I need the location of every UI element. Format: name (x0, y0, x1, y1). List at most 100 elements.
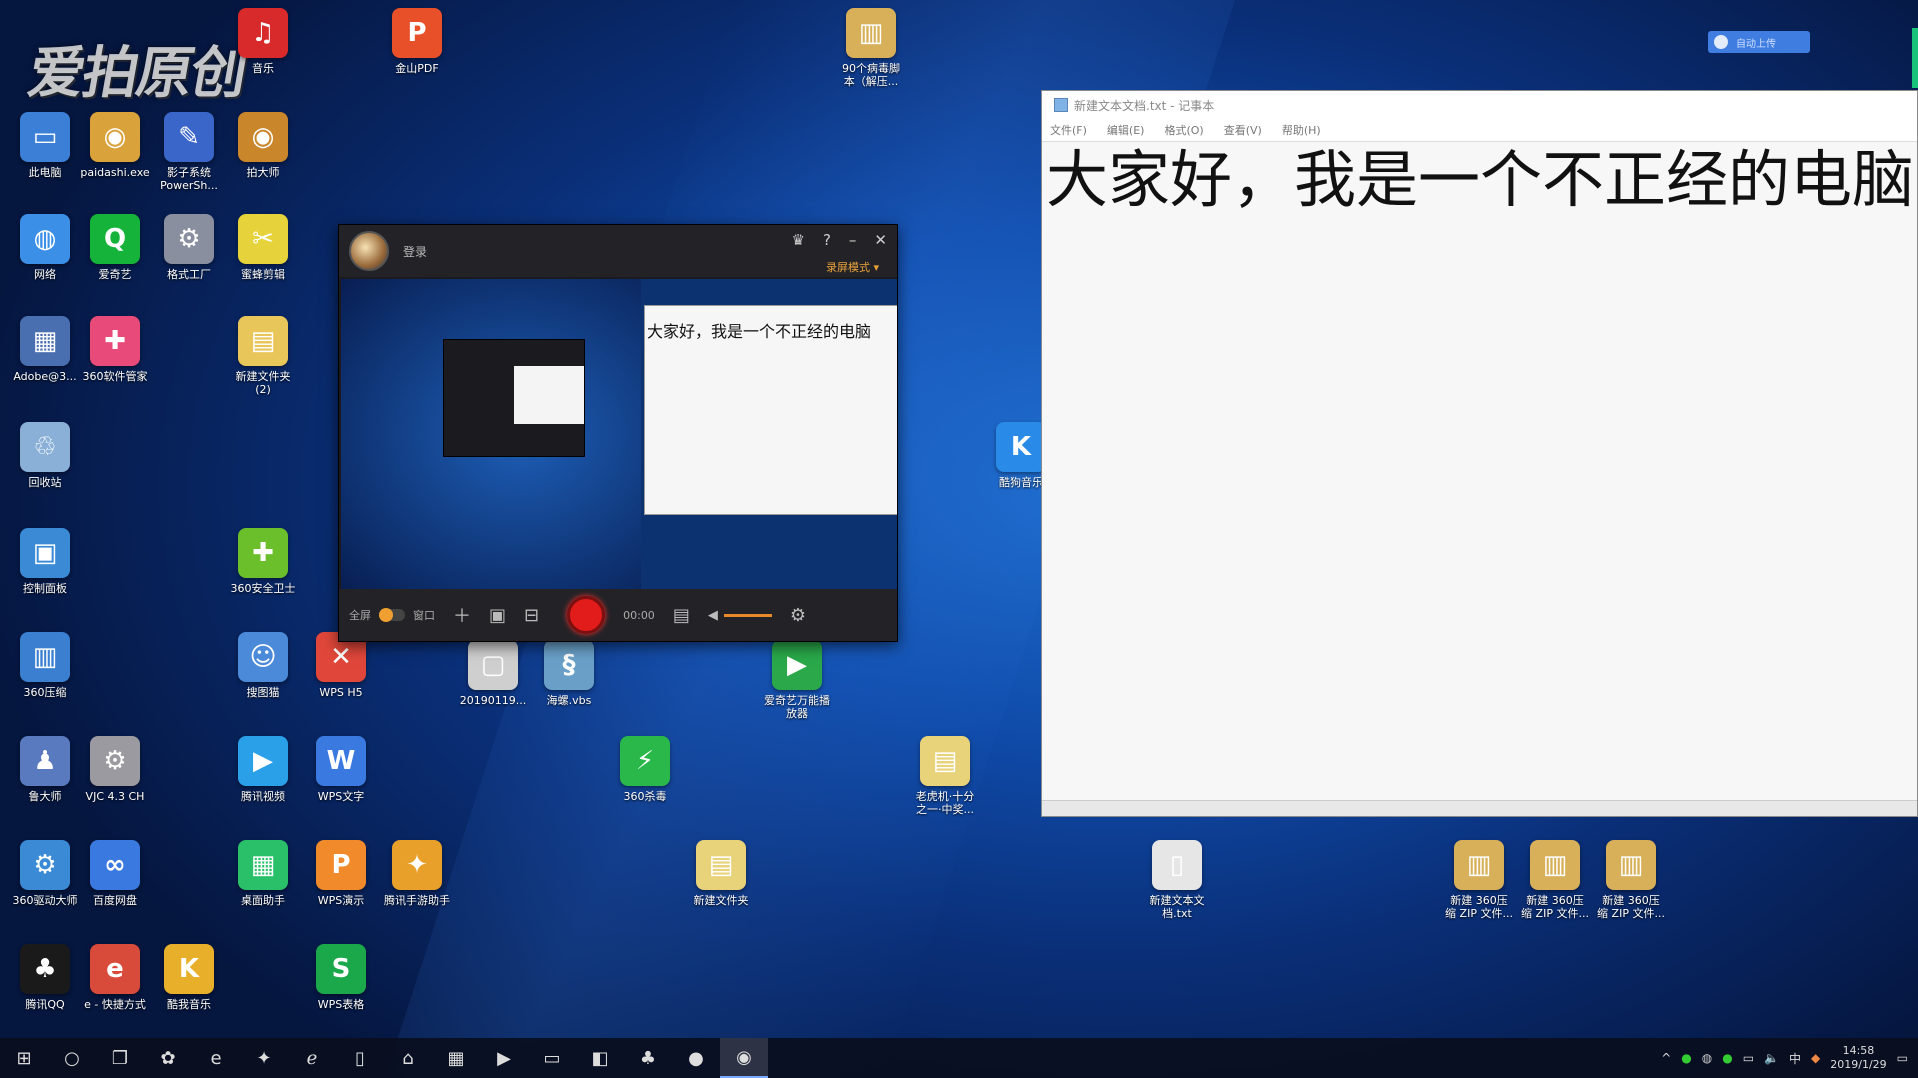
desktop-icon-recycle-bin[interactable]: ♲ 回收站 (0, 422, 90, 489)
desktop-icon-label: 音乐 (252, 62, 274, 75)
notification-icon[interactable]: ▭ (1897, 1051, 1908, 1065)
tray-app-icon[interactable]: ◆ (1811, 1051, 1820, 1065)
taskbar-app-1-icon[interactable]: ✿ (144, 1038, 192, 1078)
desktop-icon-new-folder-2[interactable]: ▤ 新建文件夹 (2) (218, 316, 308, 396)
desktop-icon-kuwo[interactable]: K 酷我音乐 (144, 944, 234, 1011)
taskbar-start-icon[interactable]: ⊞ (0, 1038, 48, 1078)
menu-edit[interactable]: 编辑(E) (1107, 122, 1145, 138)
tray-expand-icon[interactable]: ^ (1661, 1051, 1671, 1065)
tray-green-icon[interactable]: ● (1681, 1051, 1691, 1065)
soumao-icon: ☺ (238, 632, 288, 682)
desktop-icon-baidu-netdisk[interactable]: ∞ 百度网盘 (70, 840, 160, 907)
zip-2-icon: ▥ (1530, 840, 1580, 890)
window-label[interactable]: 窗口 (413, 607, 435, 623)
taskbar-items: ⊞ ○ ❐ ✿ e ✦ ℯ ▯ ⌂ ▦ ▶ ▭ ◧ ♣ ● ◉ (0, 1038, 768, 1078)
notepad-titlebar[interactable]: 新建文本文档.txt - 记事本 (1042, 91, 1917, 119)
volume-tray-icon[interactable]: 🔈 (1764, 1051, 1779, 1065)
desktop-icon-360-antivirus[interactable]: ⚡ 360杀毒 (600, 736, 690, 803)
recorder-window-buttons: ♛ ? – ✕ (792, 231, 888, 249)
desktop-icon-aipai-master[interactable]: ◉ 拍大师 (218, 112, 308, 179)
baidu-netdisk-icon: ∞ (90, 840, 140, 890)
taskbar-explorer-icon[interactable]: ▭ (528, 1038, 576, 1078)
tray-chrome-icon[interactable]: ◍ (1702, 1051, 1712, 1065)
settings-gear-icon[interactable]: ⚙ (790, 605, 806, 626)
baidu-upload-label: 自动上传 (1736, 38, 1776, 50)
tencent-game-icon: ✦ (392, 840, 442, 890)
side-widget-edge[interactable] (1912, 28, 1918, 88)
screenshot-icon[interactable]: ▤ (673, 605, 690, 626)
menu-format[interactable]: 格式(O) (1164, 122, 1203, 138)
region-icon[interactable]: ▣ (489, 605, 506, 626)
desktop-icon-folder-doc[interactable]: ▤ 老虎机·十分 之一·中奖... (900, 736, 990, 816)
desktop-icon-wps-h5[interactable]: ✕ WPS H5 (296, 632, 386, 699)
close-icon[interactable]: ✕ (874, 231, 887, 249)
menu-file[interactable]: 文件(F) (1050, 122, 1087, 138)
baidu-upload-widget[interactable]: 自动上传 (1708, 31, 1810, 53)
desktop-icon-soumao[interactable]: ☺ 搜图猫 (218, 632, 308, 699)
desktop-icon-jinshan-pdf[interactable]: P 金山PDF (372, 8, 462, 75)
camera-icon[interactable]: ⊟ (524, 605, 539, 626)
format-factory-icon: ⚙ (164, 214, 214, 264)
desktop-icon-tencent-game[interactable]: ✦ 腾讯手游助手 (372, 840, 462, 907)
clock[interactable]: 14:58 2019/1/29 (1830, 1044, 1886, 1072)
taskbar-task-view-icon[interactable]: ❐ (96, 1038, 144, 1078)
taskbar-store-icon[interactable]: ⌂ (384, 1038, 432, 1078)
menu-help[interactable]: 帮助(H) (1282, 122, 1321, 138)
fullscreen-toggle[interactable] (379, 608, 405, 622)
notepad-horizontal-scrollbar[interactable] (1042, 800, 1917, 816)
menu-view[interactable]: 查看(V) (1224, 122, 1262, 138)
ime-indicator[interactable]: 中 (1789, 1050, 1801, 1067)
taskbar-search-icon[interactable]: ○ (48, 1038, 96, 1078)
desktop-icon-new-folder[interactable]: ▤ 新建文件夹 (676, 840, 766, 907)
notepad-window[interactable]: 新建文本文档.txt - 记事本 文件(F) 编辑(E) 格式(O) 查看(V)… (1041, 90, 1918, 817)
taskbar-ie-icon[interactable]: e (192, 1038, 240, 1078)
help-icon[interactable]: ? (823, 231, 831, 249)
desktop-icon-360-manager[interactable]: ✚ 360软件管家 (70, 316, 160, 383)
kuaijian-icon: ✂ (238, 214, 288, 264)
desktop-icon-360-zip[interactable]: ▥ 360压缩 (0, 632, 90, 699)
desktop-icon-zip-top[interactable]: ▥ 90个病毒脚 本（解压... (826, 8, 916, 88)
desktop-icon-wps-sheet[interactable]: S WPS表格 (296, 944, 386, 1011)
desktop-icon-vbs-file[interactable]: § 海螺.vbs (524, 640, 614, 707)
tray-360-icon[interactable]: ● (1722, 1051, 1732, 1065)
taskbar-app-2-icon[interactable]: ✦ (240, 1038, 288, 1078)
volume-slider[interactable] (723, 613, 772, 617)
desktop-icon-kuaijian[interactable]: ✂ 蜜蜂剪辑 (218, 214, 308, 281)
add-icon[interactable]: ＋ (453, 602, 471, 628)
notepad-menubar: 文件(F) 编辑(E) 格式(O) 查看(V) 帮助(H) (1042, 119, 1917, 141)
netease-music-icon: ♫ (238, 8, 288, 58)
desktop-icon-desktop-helper[interactable]: ▦ 桌面助手 (218, 840, 308, 907)
desktop-icon-new-text[interactable]: ▯ 新建文本文 档.txt (1132, 840, 1222, 920)
network-icon[interactable]: ▭ (1743, 1051, 1754, 1065)
minimize-icon[interactable]: – (849, 231, 857, 249)
desktop-icon-vjc[interactable]: ⚙ VJC 4.3 CH (70, 736, 160, 803)
record-button[interactable] (567, 596, 606, 634)
taskbar: ⊞ ○ ❐ ✿ e ✦ ℯ ▯ ⌂ ▦ ▶ ▭ ◧ ♣ ● ◉ ^ ● ◍ ● ▭ 🔈 中 ◆ 14:58 2… (0, 1038, 1918, 1078)
taskbar-qq-icon[interactable]: ♣ (624, 1038, 672, 1078)
taskbar-wechat-icon[interactable]: ● (672, 1038, 720, 1078)
desktop-icon-iqiyi-converter[interactable]: ▶ 爱奇艺万能播 放器 (752, 640, 842, 720)
desktop-icon-360-safe[interactable]: ✚ 360安全卫士 (218, 528, 308, 595)
record-mode-dropdown[interactable]: 录屏模式 ▾ (826, 259, 879, 275)
taskbar-aipai-icon[interactable]: ◉ (720, 1038, 768, 1078)
taskbar-file-icon[interactable]: ▯ (336, 1038, 384, 1078)
desktop-icon-tencent-video[interactable]: ▶ 腾讯视频 (218, 736, 308, 803)
iqiyi-icon: Q (90, 214, 140, 264)
desktop-icon-wps-writer[interactable]: W WPS文字 (296, 736, 386, 803)
desktop-icon-control-panel[interactable]: ▣ 控制面板 (0, 528, 90, 595)
desktop-icon-netease-music[interactable]: ♫ 音乐 (218, 8, 308, 75)
control-panel-icon: ▣ (20, 528, 70, 578)
notepad-text-area[interactable]: 大家好，我是一个不正经的电脑 (1042, 141, 1917, 800)
login-link[interactable]: 登录 (403, 243, 427, 260)
desktop-icon-zip-3[interactable]: ▥ 新建 360压 缩 ZIP 文件... (1586, 840, 1676, 920)
desktop-icon-label: 金山PDF (395, 62, 439, 75)
avatar[interactable] (349, 231, 389, 271)
screen-recorder-window[interactable]: 登录 ♛ ? – ✕ 录屏模式 ▾ 大家好，我是一个不正经的电脑 全屏 窗口 ＋… (338, 224, 898, 642)
crown-icon[interactable]: ♛ (792, 231, 805, 249)
taskbar-edge-icon[interactable]: ℯ (288, 1038, 336, 1078)
network-icon: ◍ (20, 214, 70, 264)
taskbar-app-4-icon[interactable]: ◧ (576, 1038, 624, 1078)
taskbar-video-icon[interactable]: ▶ (480, 1038, 528, 1078)
desktop-icon-label: WPS表格 (317, 998, 365, 1011)
taskbar-app-3-icon[interactable]: ▦ (432, 1038, 480, 1078)
